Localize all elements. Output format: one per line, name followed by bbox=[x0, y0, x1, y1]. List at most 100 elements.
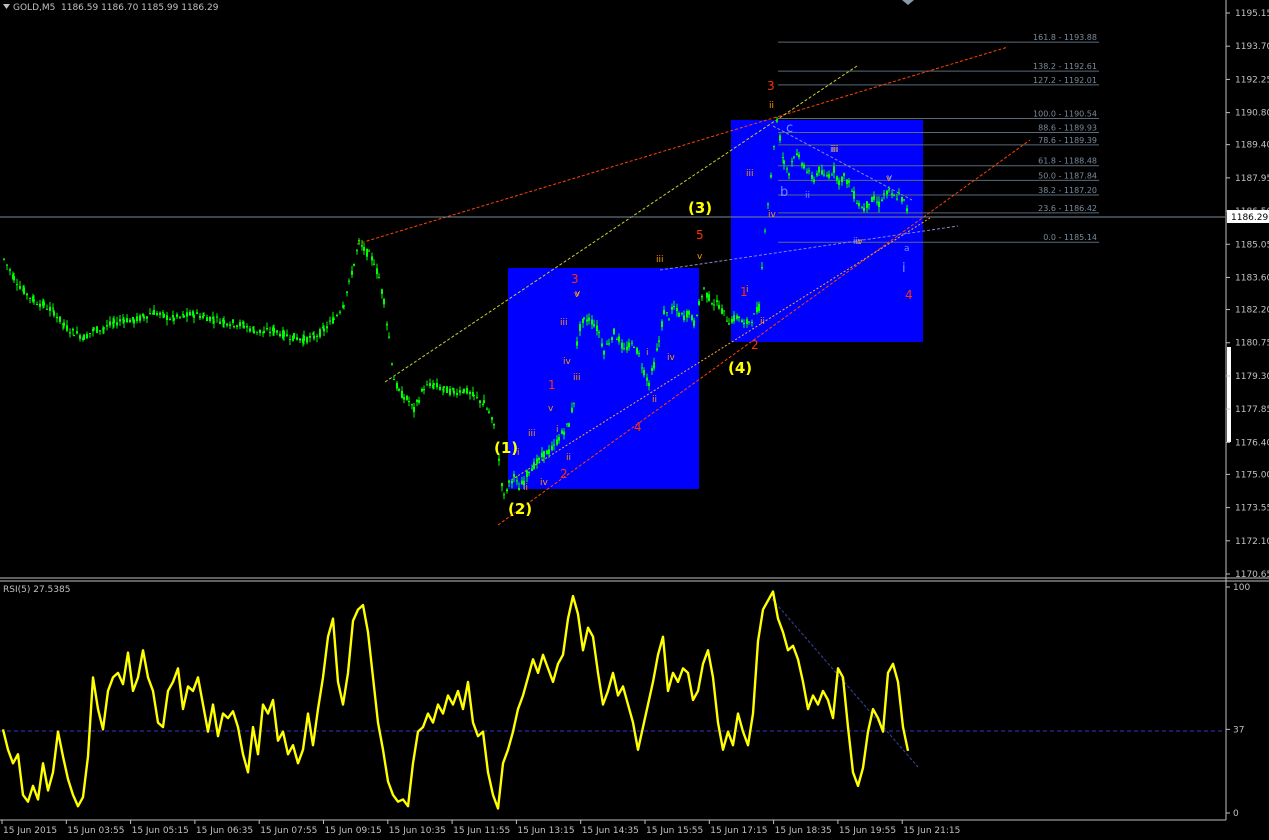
candle-body bbox=[746, 319, 748, 324]
candle-body bbox=[289, 339, 291, 341]
candle-body bbox=[636, 347, 638, 354]
candle-body bbox=[703, 287, 705, 289]
candle-body bbox=[683, 315, 685, 320]
candle-body bbox=[736, 315, 738, 319]
candle-body bbox=[109, 321, 111, 326]
candle-body bbox=[143, 316, 145, 319]
candle-body bbox=[203, 315, 205, 317]
candle-body bbox=[401, 390, 403, 399]
candle-body bbox=[706, 292, 708, 298]
candle-body bbox=[593, 324, 595, 327]
candle-body bbox=[403, 397, 405, 400]
candle-body bbox=[306, 336, 308, 343]
candle-body bbox=[296, 337, 298, 340]
wave-label: ii bbox=[769, 101, 774, 111]
candle-body bbox=[376, 268, 378, 275]
price-tick-label: 1175.00 bbox=[1235, 470, 1269, 480]
fib-level-label: 78.6 - 1189.39 bbox=[1038, 136, 1097, 145]
candle-body bbox=[891, 193, 893, 196]
candle-body bbox=[493, 423, 495, 426]
wave-label: ii bbox=[523, 483, 528, 493]
candle-body bbox=[116, 322, 118, 326]
candle-body bbox=[426, 384, 428, 386]
candle-body bbox=[39, 303, 41, 307]
candle-body bbox=[76, 331, 78, 334]
wave-label: 4 bbox=[905, 288, 913, 302]
time-tick-label: 15 Jun 17:15 bbox=[710, 826, 767, 836]
candle-body bbox=[633, 347, 635, 349]
candle-body bbox=[641, 367, 643, 369]
candle-body bbox=[548, 449, 550, 455]
candle-body bbox=[621, 342, 623, 349]
candle-body bbox=[808, 170, 810, 172]
candle-body bbox=[3, 258, 5, 260]
candle-body bbox=[69, 332, 71, 334]
candle-body bbox=[498, 458, 500, 461]
candle-body bbox=[433, 383, 435, 385]
candle-body bbox=[388, 336, 390, 338]
wave-label: 4 bbox=[634, 420, 642, 434]
candle-body bbox=[863, 207, 865, 211]
candle-body bbox=[738, 316, 740, 319]
wave-label: ii bbox=[805, 191, 810, 201]
price-tick-label: 1195.15 bbox=[1235, 9, 1269, 19]
candle-body bbox=[598, 332, 600, 334]
candle-body bbox=[756, 307, 758, 313]
candle-body bbox=[303, 335, 305, 341]
wave-label: 3 bbox=[767, 79, 775, 93]
candle-body bbox=[232, 319, 234, 323]
candle-body bbox=[491, 417, 493, 420]
candle-body bbox=[608, 343, 610, 345]
candle-body bbox=[439, 386, 441, 390]
candle-body bbox=[618, 336, 620, 342]
wave-label: iv bbox=[667, 353, 676, 363]
candle-body bbox=[386, 323, 388, 326]
candle-body bbox=[591, 319, 593, 325]
candle-body bbox=[643, 370, 645, 376]
candle-body bbox=[843, 173, 845, 176]
candle-body bbox=[793, 156, 795, 158]
candle-body bbox=[371, 256, 373, 261]
wave-label: iv bbox=[540, 478, 549, 488]
price-tick-label: 1179.30 bbox=[1235, 372, 1269, 382]
candle-body bbox=[651, 368, 653, 371]
price-tick-label: 1170.65 bbox=[1235, 570, 1269, 580]
candle-body bbox=[236, 325, 238, 328]
candle-body bbox=[139, 315, 141, 321]
candle-body bbox=[613, 328, 615, 335]
candle-body bbox=[701, 295, 703, 298]
symbol-label[interactable]: GOLD,M5 bbox=[13, 3, 55, 13]
candle-body bbox=[723, 310, 725, 312]
candle-body bbox=[743, 322, 745, 325]
candle-body bbox=[741, 320, 743, 323]
candle-body bbox=[449, 388, 451, 395]
candle-body bbox=[279, 333, 281, 337]
wave-label: 1 bbox=[548, 378, 556, 392]
fib-level-label: 88.6 - 1189.93 bbox=[1038, 124, 1097, 133]
candle-body bbox=[319, 329, 321, 337]
candle-body bbox=[853, 191, 855, 199]
candle-body bbox=[596, 325, 598, 332]
candle-body bbox=[626, 346, 628, 351]
candle-body bbox=[761, 267, 763, 269]
wave-label: 2 bbox=[751, 338, 759, 352]
candle-body bbox=[46, 308, 48, 310]
candle-body bbox=[273, 327, 275, 333]
candle-body bbox=[726, 320, 728, 322]
candle-body bbox=[299, 338, 301, 341]
candle-body bbox=[266, 328, 268, 330]
price-tick-label: 1182.20 bbox=[1235, 306, 1269, 316]
wave-label: i bbox=[517, 448, 520, 458]
candle-body bbox=[588, 317, 590, 321]
candle-body bbox=[713, 304, 715, 306]
rsi-tick-label: 100 bbox=[1233, 583, 1250, 593]
candle-body bbox=[646, 377, 648, 381]
candle-body bbox=[728, 323, 730, 325]
candle-body bbox=[671, 307, 673, 310]
axis-scroll-marker[interactable] bbox=[1227, 347, 1231, 442]
wave-label: a bbox=[904, 244, 910, 254]
candle-body bbox=[189, 312, 191, 316]
candle-body bbox=[172, 315, 174, 318]
candle-body bbox=[63, 322, 65, 326]
candle-body bbox=[901, 196, 903, 202]
